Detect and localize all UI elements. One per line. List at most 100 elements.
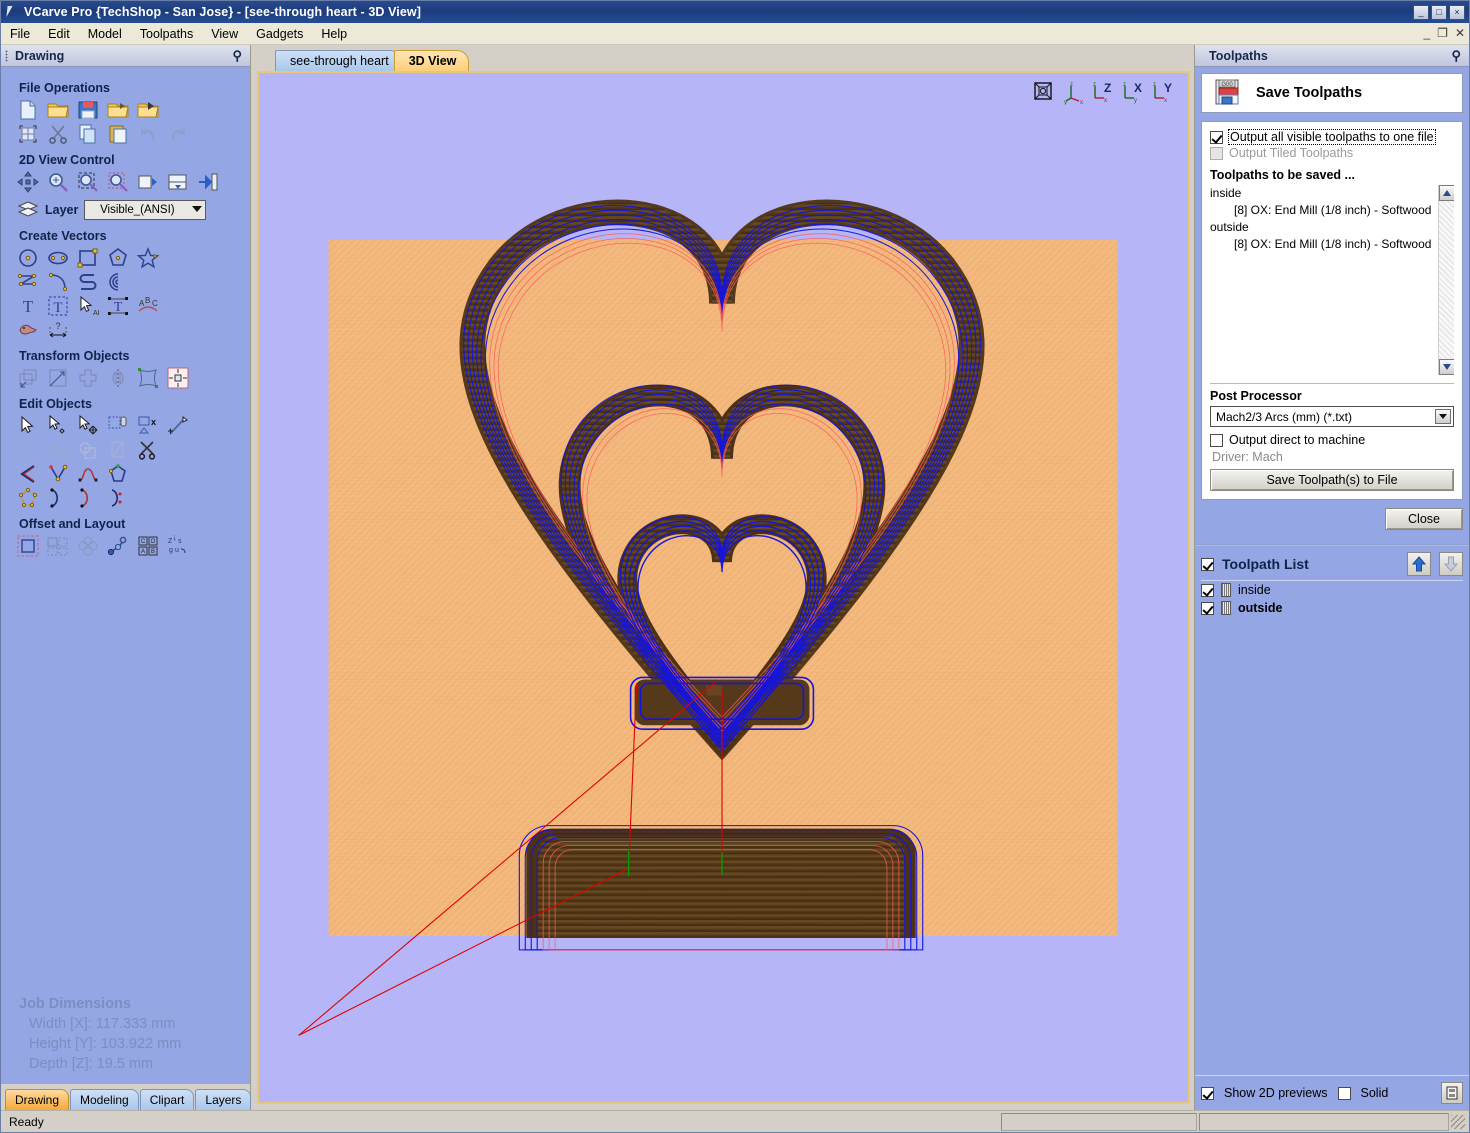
circular-array-icon[interactable] [77,535,99,557]
paste-icon[interactable] [107,123,129,145]
open-folder-icon[interactable] [47,99,69,121]
distort-icon[interactable] [137,367,159,389]
rectangle-icon[interactable] [77,247,99,269]
zoom-in-icon[interactable] [47,171,69,193]
align-icon[interactable] [167,367,189,389]
curve-end-icon[interactable] [77,487,99,509]
menu-item-help[interactable]: Help [312,25,356,43]
close-button-toolpaths[interactable]: Close [1385,508,1463,530]
x-axis-view-icon[interactable]: zyX [1122,79,1146,105]
menu-item-edit[interactable]: Edit [39,25,79,43]
curve-icon[interactable] [77,271,99,293]
join-vectors-icon[interactable] [107,415,129,437]
z-axis-view-icon[interactable]: zxZ [1092,79,1116,105]
curve-start-icon[interactable] [47,487,69,509]
mdi-restore-button[interactable]: ❐ [1437,26,1448,40]
zoom-selection-icon[interactable] [107,171,129,193]
split-view-icon[interactable] [167,171,189,193]
new-file-icon[interactable] [17,99,39,121]
create-shape-icon[interactable] [17,487,39,509]
arrow-down-icon[interactable] [1439,552,1463,576]
layer-select[interactable]: Visible_(ANSI) [84,200,207,220]
cut-scissors-icon[interactable] [47,123,69,145]
node-edit-icon[interactable] [47,415,69,437]
scroll-down-button[interactable] [1439,359,1454,375]
perspective-view-icon[interactable]: zyx [1062,79,1086,106]
text-selection-icon[interactable]: AB [77,295,99,317]
close-with-line-icon[interactable] [107,463,129,485]
insert-node-icon[interactable] [47,463,69,485]
3d-viewport[interactable]: zyx zxZ zyX zxY [257,71,1190,1104]
measure-icon[interactable] [167,415,189,437]
subtract-icon[interactable] [47,439,69,461]
smooth-node-icon[interactable] [77,463,99,485]
output-direct-row[interactable]: Output direct to machine [1210,433,1454,447]
toolpath-list-item-inside[interactable]: inside [1195,581,1469,599]
isometric-view-icon[interactable] [1032,79,1056,105]
select-all-icon[interactable] [17,123,39,145]
circle-icon[interactable] [17,247,39,269]
text-box-icon[interactable]: T [47,295,69,317]
chevron-down-icon-post[interactable] [1435,409,1451,424]
show-2d-previews-checkbox[interactable] [1201,1086,1214,1100]
text-on-curve-icon[interactable]: T [107,295,129,317]
curve-mid-icon[interactable] [107,487,129,509]
toggle-panel-icon[interactable] [197,171,219,193]
toolpath-list-scrollbar[interactable] [1438,185,1454,375]
arrow-up-icon[interactable] [1407,552,1431,576]
zoom-extents-icon[interactable] [77,171,99,193]
weld-icon[interactable] [17,439,39,461]
intersect-icon[interactable] [77,439,99,461]
toolpath-list-item-outside[interactable]: outside [1195,599,1469,617]
toolpath-visible-checkbox-outside[interactable] [1201,601,1214,615]
spiral-icon[interactable] [107,271,129,293]
mdi-close-button[interactable]: ✕ [1455,26,1465,40]
menu-item-model[interactable]: Model [79,25,131,43]
star-icon[interactable] [137,247,159,269]
offset-icon[interactable] [17,535,39,557]
tab-drawing[interactable]: Drawing [5,1089,70,1110]
dimension-icon[interactable]: ? [47,319,69,341]
solid-checkbox[interactable] [1337,1086,1351,1100]
pin-icon[interactable]: ⚲ [232,48,242,64]
close-vector-icon[interactable]: x [137,415,159,437]
toolpath-list-checkbox[interactable] [1201,557,1214,571]
rotate-icon[interactable] [77,367,99,389]
post-processor-select[interactable]: Mach2/3 Arcs (mm) (*.txt) [1210,406,1454,427]
maximize-button[interactable]: □ [1431,4,1447,20]
polyline-icon[interactable] [17,271,39,293]
save-toolpaths-button[interactable]: G00 Save Toolpaths [1201,73,1463,113]
output-direct-checkbox[interactable] [1210,433,1223,447]
menu-item-toolpaths[interactable]: Toolpaths [131,25,203,43]
mdi-minimize-button[interactable]: _ [1423,26,1430,40]
toolpaths-to-save-list[interactable]: inside [8] OX: End Mill (1/8 inch) - Sof… [1210,185,1454,375]
output-all-checkbox[interactable] [1210,130,1223,144]
doc-tab-see-through-heart[interactable]: see-through heart [275,50,402,71]
preview-toggle-icon[interactable] [1441,1082,1463,1104]
array-copy-icon[interactable] [47,535,69,557]
crop-icon[interactable] [107,439,129,461]
ellipse-icon[interactable] [47,247,69,269]
move-icon[interactable] [17,367,39,389]
minimize-button[interactable]: _ [1413,4,1429,20]
copy-icon[interactable] [77,123,99,145]
save-disk-icon[interactable] [77,99,99,121]
nest-icon[interactable] [107,535,129,557]
text-arc-icon[interactable]: ABC [137,295,159,317]
close-button[interactable]: × [1449,4,1465,20]
select-arrow-icon[interactable] [17,415,39,437]
output-all-row[interactable]: Output all visible toolpaths to one file [1210,129,1454,145]
menu-item-file[interactable]: File [1,25,39,43]
save-toolpath-to-file-button[interactable]: Save Toolpath(s) to File [1210,469,1454,491]
tab-layers[interactable]: Layers [195,1089,252,1110]
block-copy-icon[interactable]: CDAB [137,535,159,557]
trim-icon[interactable] [137,439,159,461]
open-recent-icon[interactable] [107,99,129,121]
tab-clipart[interactable]: Clipart [139,1089,195,1110]
arc-icon[interactable] [47,271,69,293]
toolpath-visible-checkbox-inside[interactable] [1201,583,1214,597]
move-nodes-icon[interactable] [77,415,99,437]
resize-grip-icon[interactable] [1451,1114,1465,1129]
fillet-icon[interactable] [17,463,39,485]
menu-item-gadgets[interactable]: Gadgets [247,25,312,43]
